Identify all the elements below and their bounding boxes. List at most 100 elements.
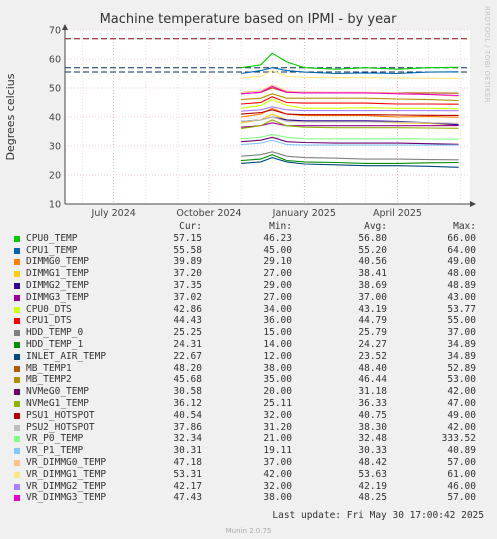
legend-min: 14.00 <box>263 338 292 350</box>
y-tick-label: 70 <box>49 26 61 37</box>
legend-name: VR_P1_TEMP <box>26 445 84 457</box>
legend-avg: 48.42 <box>358 456 387 468</box>
legend-max: 66.00 <box>447 232 476 244</box>
legend-min: 29.10 <box>263 256 292 268</box>
legend-row: CPU1_DTS 44.43 36.00 44.79 55.00 <box>12 315 492 327</box>
legend-min: 38.00 <box>263 362 292 374</box>
legend-avg: 38.41 <box>358 268 387 280</box>
y-tick-label: 30 <box>49 142 61 153</box>
legend-cur: 36.12 <box>173 397 202 409</box>
legend-swatch <box>14 271 20 278</box>
legend-cur: 48.20 <box>173 362 202 374</box>
legend-name: DIMMG2_TEMP <box>26 279 89 291</box>
legend-min: 25.11 <box>263 397 292 409</box>
legend-swatch <box>14 306 20 313</box>
legend-avg: 56.80 <box>358 232 387 244</box>
legend-min: 38.00 <box>263 492 292 504</box>
legend-max: 42.00 <box>447 421 476 433</box>
legend-max: 43.00 <box>447 291 476 303</box>
legend-cur: 44.43 <box>173 315 202 327</box>
legend-min: 35.00 <box>263 374 292 386</box>
legend-cur: 45.68 <box>173 374 202 386</box>
legend-swatch <box>14 495 20 502</box>
legend-max: 37.00 <box>447 327 476 339</box>
legend-header-cur: Cur: <box>179 221 202 232</box>
legend-name: NVMeG1_TEMP <box>26 397 89 409</box>
legend-swatch <box>14 235 20 242</box>
legend-cur: 53.31 <box>173 468 202 480</box>
legend-avg: 24.27 <box>358 338 387 350</box>
legend-max: 57.00 <box>447 456 476 468</box>
legend: Cur: Min: Avg: Max: CPU0_TEMP 57.15 46.23 5… <box>12 221 492 504</box>
legend-min: 31.20 <box>263 421 292 433</box>
legend-swatch <box>14 448 20 455</box>
y-tick-label: 60 <box>49 55 61 66</box>
legend-min: 27.00 <box>263 268 292 280</box>
legend-header: Cur: Min: Avg: Max: <box>12 221 492 233</box>
legend-min: 42.00 <box>263 468 292 480</box>
legend-max: 333.52 <box>441 433 476 445</box>
legend-max: 53.77 <box>447 303 476 315</box>
legend-avg: 37.00 <box>358 291 387 303</box>
legend-name: VR_DIMMG2_TEMP <box>26 480 107 492</box>
legend-avg: 36.33 <box>358 397 387 409</box>
y-tick-label: 20 <box>49 171 61 182</box>
legend-row: INLET_AIR_TEMP 22.67 12.00 23.52 34.89 <box>12 351 492 363</box>
legend-max: 34.89 <box>447 338 476 350</box>
legend-swatch <box>14 341 20 348</box>
legend-row: HDD_TEMP_1 24.31 14.00 24.27 34.89 <box>12 339 492 351</box>
y-tick-label: 50 <box>49 84 61 95</box>
legend-name: VR_P0_TEMP <box>26 433 84 445</box>
legend-cur: 47.43 <box>173 492 202 504</box>
legend-name: CPU1_TEMP <box>26 244 78 256</box>
y-axis-arrow <box>62 24 68 30</box>
legend-row: MB_TEMP2 45.68 35.00 46.44 53.00 <box>12 374 492 386</box>
legend-header-max: Max: <box>453 221 476 232</box>
legend-row: DIMMG0_TEMP 39.89 29.10 40.56 49.00 <box>12 256 492 268</box>
legend-row: CPU1_TEMP 55.58 45.00 55.20 64.00 <box>12 245 492 257</box>
legend-swatch <box>14 282 20 289</box>
legend-rows: CPU0_TEMP 57.15 46.23 56.80 66.00 CPU1_TEMP 55… <box>12 233 492 504</box>
legend-swatch <box>14 389 20 396</box>
legend-row: VR_DIMMG2_TEMP 42.17 32.00 42.19 46.00 <box>12 481 492 493</box>
legend-name: DIMMG3_TEMP <box>26 291 89 303</box>
chart-title: Machine temperature based on IPMI - by y… <box>100 12 398 27</box>
legend-swatch <box>14 377 20 384</box>
legend-name: PSU1_HOTSPOT <box>26 409 95 421</box>
legend-name: VR_DIMMG1_TEMP <box>26 468 107 480</box>
legend-min: 45.00 <box>263 244 292 256</box>
x-tick-label: January 2025 <box>272 208 336 219</box>
legend-name: NVMeG0_TEMP <box>26 386 89 398</box>
legend-max: 34.89 <box>447 350 476 362</box>
legend-min: 12.00 <box>263 350 292 362</box>
legend-avg: 53.63 <box>358 468 387 480</box>
legend-cur: 24.31 <box>173 338 202 350</box>
legend-avg: 44.79 <box>358 315 387 327</box>
legend-min: 29.00 <box>263 279 292 291</box>
x-axis-arrow <box>470 201 476 207</box>
legend-cur: 47.18 <box>173 456 202 468</box>
legend-swatch <box>14 365 20 372</box>
rrdtool-watermark: RRDTOOL / TOBI OETIKER <box>483 6 491 103</box>
legend-row: PSU1_HOTSPOT 40.54 32.00 40.75 49.00 <box>12 410 492 422</box>
legend-name: VR_DIMMG0_TEMP <box>26 456 107 468</box>
legend-name: PSU2_HOTSPOT <box>26 421 95 433</box>
legend-swatch <box>14 459 20 466</box>
legend-swatch <box>14 400 20 407</box>
legend-swatch <box>14 483 20 490</box>
legend-avg: 40.75 <box>358 409 387 421</box>
legend-min: 19.11 <box>263 445 292 457</box>
y-tick-label: 10 <box>49 200 61 211</box>
legend-max: 61.00 <box>447 468 476 480</box>
legend-max: 48.00 <box>447 268 476 280</box>
legend-row: NVMeG1_TEMP 36.12 25.11 36.33 47.00 <box>12 398 492 410</box>
legend-cur: 40.54 <box>173 409 202 421</box>
legend-max: 49.00 <box>447 256 476 268</box>
legend-max: 46.00 <box>447 480 476 492</box>
legend-cur: 42.86 <box>173 303 202 315</box>
legend-cur: 37.35 <box>173 279 202 291</box>
legend-avg: 48.40 <box>358 362 387 374</box>
legend-row: CPU0_DTS 42.86 34.00 43.19 53.77 <box>12 304 492 316</box>
legend-cur: 42.17 <box>173 480 202 492</box>
legend-cur: 37.20 <box>173 268 202 280</box>
